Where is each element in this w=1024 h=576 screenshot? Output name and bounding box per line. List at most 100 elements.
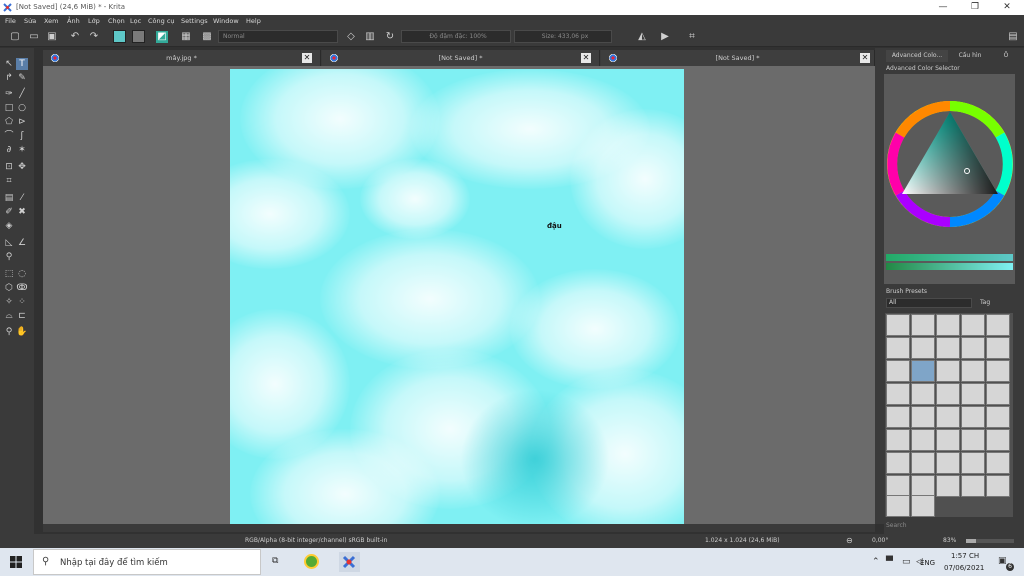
- ellipse-tool-icon[interactable]: ○: [16, 102, 28, 114]
- brush-preset-selected[interactable]: [911, 360, 935, 382]
- zoom-tool-icon[interactable]: ⚲: [3, 326, 15, 338]
- blend-mode-select[interactable]: Normal: [218, 30, 338, 43]
- foreground-color-swatch[interactable]: [113, 30, 126, 43]
- color-shade-bar[interactable]: [886, 263, 1013, 270]
- network-icon[interactable]: ▀: [886, 557, 893, 567]
- elliptical-selection-icon[interactable]: ◌: [16, 268, 28, 280]
- brush-preset[interactable]: [961, 383, 985, 405]
- tab-cell[interactable]: Ô: [992, 50, 1020, 62]
- polyline-tool-icon[interactable]: ⊳: [16, 116, 28, 128]
- open-folder-icon[interactable]: ▭: [28, 31, 40, 43]
- brush-preset[interactable]: [936, 452, 960, 474]
- zoom-value[interactable]: 83%: [943, 537, 956, 544]
- brush-preset[interactable]: [986, 475, 1010, 497]
- brush-preset[interactable]: [886, 314, 910, 336]
- redo-icon[interactable]: ↷: [88, 31, 100, 43]
- menu-select[interactable]: Chọn: [108, 17, 125, 25]
- clock-date[interactable]: 07/06/2021: [944, 564, 984, 572]
- brush-preset[interactable]: [886, 360, 910, 382]
- brush-filter-select[interactable]: All: [886, 298, 972, 308]
- opacity-slider[interactable]: Độ đậm đặc: 100%: [401, 30, 511, 43]
- brush-preset[interactable]: [986, 337, 1010, 359]
- brush-preset[interactable]: [911, 452, 935, 474]
- notification-icon[interactable]: ▣: [998, 556, 1007, 566]
- close-tab-icon[interactable]: ✕: [860, 53, 870, 63]
- crop-tool-icon[interactable]: ⌗: [3, 175, 15, 187]
- language-indicator[interactable]: ENG: [920, 559, 935, 567]
- brush-preset[interactable]: [886, 406, 910, 428]
- brush-preset[interactable]: [911, 475, 935, 497]
- magnetic-selection-icon[interactable]: ⊏: [16, 310, 28, 322]
- brush-tag-button[interactable]: Tag: [980, 298, 1008, 308]
- contiguous-selection-icon[interactable]: ✧: [3, 296, 15, 308]
- brush-preset[interactable]: [911, 314, 935, 336]
- menu-view[interactable]: Xem: [44, 17, 59, 25]
- brush-tool-icon[interactable]: ✑: [3, 88, 15, 100]
- brush-preset[interactable]: [911, 495, 935, 517]
- brush-preset[interactable]: [961, 452, 985, 474]
- tab-config[interactable]: Cấu hìn: [950, 50, 990, 62]
- task-view-icon[interactable]: ⧉: [272, 556, 278, 566]
- minimize-button[interactable]: —: [928, 1, 958, 14]
- brush-preset[interactable]: [986, 314, 1010, 336]
- tab-may-jpg[interactable]: mây.jpg * ✕: [43, 50, 321, 66]
- line-tool-icon[interactable]: ╱: [16, 88, 28, 100]
- taskbar-search[interactable]: ⚲ Nhập tại đây để tìm kiếm: [33, 549, 261, 575]
- preserve-alpha-icon[interactable]: ▥: [364, 31, 376, 43]
- text-tool-icon[interactable]: T: [16, 58, 28, 70]
- rotation-value[interactable]: 0,00°: [872, 537, 888, 544]
- app-icon[interactable]: [304, 554, 319, 569]
- brush-preset[interactable]: [936, 383, 960, 405]
- reload-icon[interactable]: ↻: [384, 31, 396, 43]
- bezier-selection-icon[interactable]: ⌓: [3, 310, 15, 322]
- docker-toggle-icon[interactable]: ▤: [1007, 31, 1019, 43]
- dynamic-brush-tool-icon[interactable]: ∂: [3, 144, 15, 156]
- brush-preset[interactable]: [911, 406, 935, 428]
- gradient-tool-icon[interactable]: ▤: [3, 192, 15, 204]
- brush-preset[interactable]: [986, 452, 1010, 474]
- mirror-vertical-icon[interactable]: ▶: [659, 31, 671, 43]
- brush-preset[interactable]: [911, 337, 935, 359]
- brush-preset[interactable]: [886, 495, 910, 517]
- colorize-mask-tool-icon[interactable]: ✐: [3, 206, 15, 218]
- freehand-path-tool-icon[interactable]: ʃ: [16, 130, 28, 142]
- menu-layer[interactable]: Lớp: [88, 17, 100, 25]
- tab-not-saved-1[interactable]: [Not Saved] * ✕: [322, 50, 600, 66]
- tab-advanced-color[interactable]: Advanced Colo...: [886, 50, 948, 62]
- rotate-icon[interactable]: ⊖: [846, 536, 853, 545]
- brush-preset[interactable]: [886, 429, 910, 451]
- eraser-icon[interactable]: ◇: [345, 31, 357, 43]
- polygonal-selection-icon[interactable]: ⬡: [3, 282, 15, 294]
- color-history-bar[interactable]: [886, 254, 1013, 261]
- brush-preset[interactable]: [986, 360, 1010, 382]
- brush-preset[interactable]: [986, 429, 1010, 451]
- transform-tool-icon[interactable]: ⊡: [3, 161, 15, 173]
- brush-preset[interactable]: [961, 406, 985, 428]
- select-shape-tool-icon[interactable]: ↖: [3, 58, 15, 70]
- brush-preset[interactable]: [886, 452, 910, 474]
- brush-preset[interactable]: [986, 406, 1010, 428]
- krita-taskbar-icon[interactable]: [339, 552, 360, 572]
- menu-filter[interactable]: Lọc: [130, 17, 141, 25]
- fill-tool-icon[interactable]: ◈: [3, 220, 15, 232]
- brush-search-input[interactable]: Search: [886, 522, 907, 529]
- tray-chevron-icon[interactable]: ⌃: [872, 557, 880, 567]
- wrap-around-icon[interactable]: ⌗: [686, 31, 698, 43]
- color-wheel[interactable]: [884, 96, 1015, 236]
- undo-icon[interactable]: ↶: [69, 31, 81, 43]
- close-tab-icon[interactable]: ✕: [581, 53, 591, 63]
- tab-not-saved-2[interactable]: [Not Saved] * ✕: [601, 50, 875, 66]
- brush-preset[interactable]: [936, 429, 960, 451]
- close-tab-icon[interactable]: ✕: [302, 53, 312, 63]
- smart-patch-tool-icon[interactable]: ✖: [16, 206, 28, 218]
- menu-settings[interactable]: Settings: [181, 17, 208, 25]
- menu-window[interactable]: Window: [213, 17, 239, 25]
- brush-preset[interactable]: [986, 383, 1010, 405]
- brush-preset[interactable]: [961, 314, 985, 336]
- assistant-tool-icon[interactable]: ◺: [3, 237, 15, 249]
- rectangle-tool-icon[interactable]: □: [3, 102, 15, 114]
- size-slider[interactable]: Size: 433,06 px: [514, 30, 612, 43]
- brush-preset[interactable]: [886, 337, 910, 359]
- measure-tool-icon[interactable]: ∠: [16, 237, 28, 249]
- polygon-tool-icon[interactable]: ⬠: [3, 116, 15, 128]
